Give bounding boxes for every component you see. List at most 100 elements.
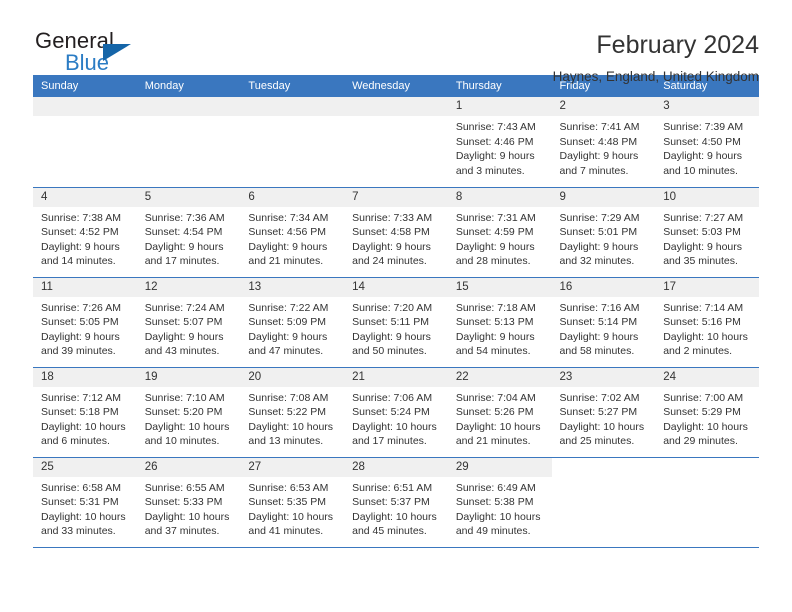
sunrise-text: Sunrise: 7:31 AM [455,211,536,224]
title-block: February 2024 Haynes, England, United Ki… [553,28,759,86]
calendar-week-row: 4 Sunrise: 7:38 AM Sunset: 4:52 PM Daylight… [33,187,759,278]
sunset-text: Sunset: 5:20 PM [144,406,223,418]
day-number [240,97,345,116]
sunrise-text: Sunrise: 7:00 AM [663,391,744,404]
calendar-day-28[interactable]: 28 Sunrise: 6:51 AM Sunset: 5:37 PM Dayligh… [344,457,448,547]
calendar-day-5[interactable]: 5 Sunrise: 7:36 AM Sunset: 4:54 PM Daylight… [136,187,241,277]
sunset-text: Sunset: 4:46 PM [455,135,534,148]
calendar-day-18[interactable]: 18 Sunrise: 7:12 AM Sunset: 5:18 PM Dayligh… [33,367,137,457]
day-sun-info: Sunrise: 6:51 AM Sunset: 5:37 PM Daylight:… [344,477,448,539]
sunset-text: Sunset: 5:05 PM [41,316,119,328]
calendar-cell [551,457,656,548]
calendar-page: General Blue February 2024 Haynes, Engla… [0,0,792,612]
calendar-day-29[interactable]: 29 Sunrise: 6:49 AM Sunset: 5:38 PM Dayligh… [447,457,552,547]
sunrise-text: Sunrise: 7:02 AM [559,391,640,404]
sunrise-text: Sunrise: 6:58 AM [41,481,121,494]
day-number: 4 [33,187,137,207]
calendar-day-10[interactable]: 10 Sunrise: 7:27 AM Sunset: 5:03 PM Dayligh… [655,187,759,277]
calendar-day-20[interactable]: 20 Sunrise: 7:08 AM Sunset: 5:22 PM Dayligh… [240,367,345,457]
daylight-text-line2: and 17 minutes. [352,435,427,447]
sunset-text: Sunset: 4:52 PM [41,226,119,238]
weekday-thursday: Thursday [455,80,502,92]
page-title: February 2024 [596,31,759,59]
sunset-text: Sunset: 5:37 PM [352,496,430,508]
day-number: 7 [344,187,448,207]
calendar-day-15[interactable]: 15 Sunrise: 7:18 AM Sunset: 5:13 PM Dayligh… [447,277,552,367]
daylight-text-line2: and 37 minutes. [144,525,220,537]
sunset-text: Sunset: 5:01 PM [559,226,638,238]
calendar-cell: 29 Sunrise: 6:49 AM Sunset: 5:38 PM Dayligh… [447,457,552,548]
sunset-text: Sunset: 5:14 PM [559,316,638,328]
calendar-cell: 22 Sunrise: 7:04 AM Sunset: 5:26 PM Dayligh… [447,367,552,458]
day-number: 28 [344,457,448,477]
sunrise-text: Sunrise: 7:12 AM [41,391,121,404]
daylight-text-line2: and 24 minutes. [352,255,427,267]
calendar-day-16[interactable]: 16 Sunrise: 7:16 AM Sunset: 5:14 PM Dayligh… [551,277,656,367]
calendar-day-27[interactable]: 27 Sunrise: 6:53 AM Sunset: 5:35 PM Dayligh… [240,457,345,547]
calendar-day-13[interactable]: 13 Sunrise: 7:22 AM Sunset: 5:09 PM Dayligh… [240,277,345,367]
day-number: 6 [240,187,345,207]
day-sun-info: Sunrise: 7:33 AM Sunset: 4:58 PM Daylight:… [344,207,448,269]
day-sun-info: Sunrise: 7:00 AM Sunset: 5:29 PM Daylight:… [655,387,759,449]
calendar-cell: 21 Sunrise: 7:06 AM Sunset: 5:24 PM Dayligh… [344,367,448,458]
daylight-text-line1: Daylight: 10 hours [144,420,230,433]
triangle-icon [103,44,131,61]
sunset-text: Sunset: 5:26 PM [455,406,534,418]
calendar-day-17[interactable]: 17 Sunrise: 7:14 AM Sunset: 5:16 PM Dayligh… [655,277,759,367]
daylight-text-line2: and 10 minutes. [663,164,738,177]
day-number: 16 [551,277,656,297]
calendar-day-9[interactable]: 9 Sunrise: 7:29 AM Sunset: 5:01 PM Daylight… [551,187,656,277]
sunset-text: Sunset: 4:56 PM [248,226,327,238]
sunrise-text: Sunrise: 7:41 AM [559,121,640,133]
calendar-day-12[interactable]: 12 Sunrise: 7:24 AM Sunset: 5:07 PM Dayligh… [136,277,241,367]
day-sun-info: Sunrise: 7:27 AM Sunset: 5:03 PM Daylight:… [655,207,759,269]
calendar-day-1[interactable]: 1 Sunrise: 7:43 AM Sunset: 4:46 PM Daylight… [447,97,552,187]
daylight-text-line2: and 13 minutes. [248,435,324,447]
day-sun-info [552,477,656,481]
daylight-text-line2: and 43 minutes. [144,345,220,357]
sunrise-text: Sunrise: 7:14 AM [663,301,744,314]
calendar-cell [655,457,759,548]
sunrise-text: Sunrise: 7:16 AM [559,301,640,314]
calendar-day-6[interactable]: 6 Sunrise: 7:34 AM Sunset: 4:56 PM Daylight… [240,187,345,277]
calendar-day-8[interactable]: 8 Sunrise: 7:31 AM Sunset: 4:59 PM Daylight… [447,187,552,277]
calendar-day-19[interactable]: 19 Sunrise: 7:10 AM Sunset: 5:20 PM Dayligh… [136,367,241,457]
calendar-day-22[interactable]: 22 Sunrise: 7:04 AM Sunset: 5:26 PM Dayligh… [447,367,552,457]
calendar-day-2[interactable]: 2 Sunrise: 7:41 AM Sunset: 4:48 PM Daylight… [551,97,656,187]
day-sun-info: Sunrise: 7:14 AM Sunset: 5:16 PM Daylight:… [655,297,759,359]
daylight-text-line1: Daylight: 10 hours [352,510,437,523]
sunrise-text: Sunrise: 6:49 AM [455,481,536,494]
calendar-cell [136,97,241,188]
calendar-day-11[interactable]: 11 Sunrise: 7:26 AM Sunset: 5:05 PM Dayligh… [33,277,137,367]
daylight-text-line1: Daylight: 10 hours [663,330,748,343]
calendar-cell: 20 Sunrise: 7:08 AM Sunset: 5:22 PM Dayligh… [240,367,345,458]
sunrise-text: Sunrise: 7:27 AM [663,211,744,224]
sunrise-text: Sunrise: 7:24 AM [144,301,225,314]
calendar-day-21[interactable]: 21 Sunrise: 7:06 AM Sunset: 5:24 PM Dayligh… [344,367,448,457]
calendar-day-26[interactable]: 26 Sunrise: 6:55 AM Sunset: 5:33 PM Dayligh… [136,457,241,547]
sunset-text: Sunset: 5:11 PM [352,316,429,328]
sunrise-text: Sunrise: 7:22 AM [248,301,329,314]
sunrise-text: Sunrise: 7:20 AM [352,301,433,314]
daylight-text-line2: and 21 minutes. [248,255,324,267]
calendar-cell: 27 Sunrise: 6:53 AM Sunset: 5:35 PM Dayligh… [240,457,345,548]
calendar-day-3[interactable]: 3 Sunrise: 7:39 AM Sunset: 4:50 PM Daylight… [655,97,759,187]
brand-logo[interactable]: General Blue [33,28,233,86]
calendar-day-23[interactable]: 23 Sunrise: 7:02 AM Sunset: 5:27 PM Dayligh… [551,367,656,457]
day-sun-info: Sunrise: 7:06 AM Sunset: 5:24 PM Daylight:… [344,387,448,449]
daylight-text-line2: and 50 minutes. [352,345,427,357]
sunset-text: Sunset: 5:13 PM [455,316,534,328]
calendar-day-4[interactable]: 4 Sunrise: 7:38 AM Sunset: 4:52 PM Daylight… [33,187,137,277]
calendar-cell: 4 Sunrise: 7:38 AM Sunset: 4:52 PM Daylight… [33,187,137,278]
calendar-day-25[interactable]: 25 Sunrise: 6:58 AM Sunset: 5:31 PM Dayligh… [33,457,137,547]
calendar-day-24[interactable]: 24 Sunrise: 7:00 AM Sunset: 5:29 PM Dayligh… [655,367,759,457]
calendar-day-14[interactable]: 14 Sunrise: 7:20 AM Sunset: 5:11 PM Dayligh… [344,277,448,367]
day-sun-info: Sunrise: 7:43 AM Sunset: 4:46 PM Daylight:… [448,116,552,178]
daylight-text-line1: Daylight: 10 hours [41,420,126,433]
sunrise-text: Sunrise: 7:38 AM [41,211,121,224]
day-number: 23 [551,367,656,387]
day-sun-info: Sunrise: 7:41 AM Sunset: 4:48 PM Daylight:… [552,116,656,178]
daylight-text-line1: Daylight: 9 hours [41,240,120,253]
calendar-day-7[interactable]: 7 Sunrise: 7:33 AM Sunset: 4:58 PM Daylight… [344,187,448,277]
daylight-text-line2: and 49 minutes. [455,525,531,537]
